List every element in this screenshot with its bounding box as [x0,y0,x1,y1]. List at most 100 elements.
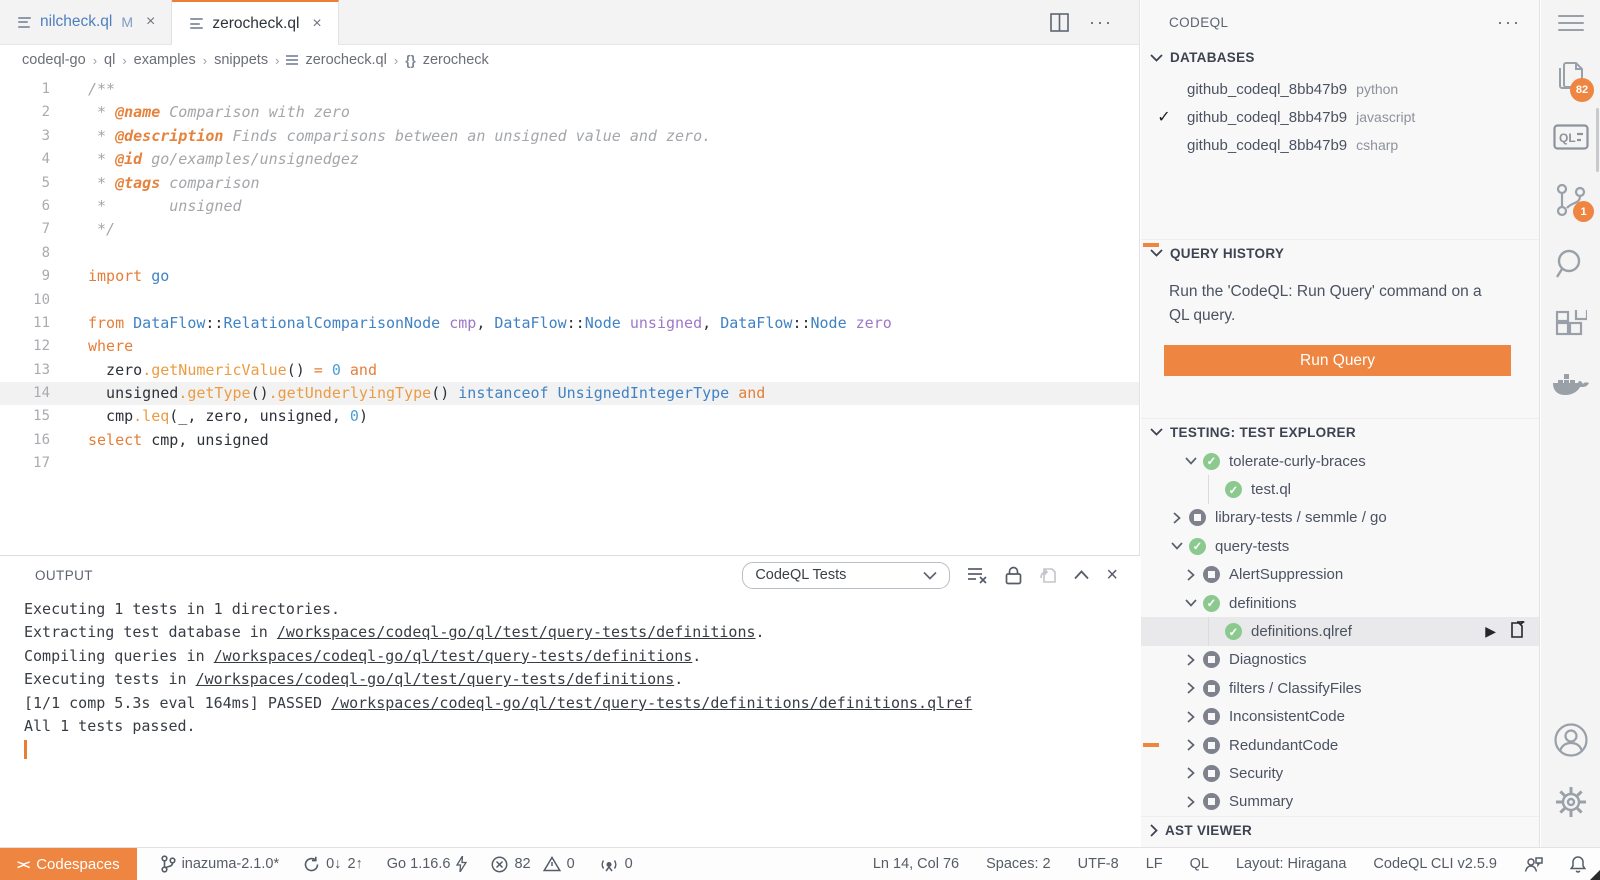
code-line[interactable]: 16select cmp, unsigned [0,429,1139,452]
split-editor-icon[interactable] [1050,13,1069,32]
code-line[interactable]: 9import go [0,265,1139,288]
goto-test-icon[interactable] [1509,621,1525,643]
open-output-in-editor-icon[interactable] [1039,566,1057,585]
code-editor[interactable]: 1/**2 * @name Comparison with zero3 * @d… [0,76,1139,555]
notifications-bell-icon[interactable] [1570,855,1586,873]
test-tree-item[interactable]: RedundantCode [1141,731,1539,759]
chevron-right-icon[interactable] [1181,711,1201,723]
code-line[interactable]: 7 */ [0,218,1139,241]
close-icon[interactable]: × [146,13,155,31]
test-tree-item[interactable]: ✓query-tests [1141,532,1539,560]
code-line[interactable]: 13 zero.getNumericValue() = 0 and [0,359,1139,382]
chevron-right-icon[interactable] [1181,569,1201,581]
output-channel-select[interactable]: CodeQL Tests [742,562,950,589]
test-tree-item[interactable]: AlertSuppression [1141,561,1539,589]
more-actions-icon[interactable]: ··· [1089,12,1113,33]
test-tree-item[interactable]: library-tests / semmle / go [1141,504,1539,532]
cursor-position[interactable]: Ln 14, Col 76 [873,856,959,872]
chevron-right-icon[interactable] [1181,796,1201,808]
tab-nilcheck[interactable]: nilcheck.ql M × [0,0,172,44]
language-mode[interactable]: QL [1190,856,1209,872]
codeql-cli-version[interactable]: CodeQL CLI v2.5.9 [1373,856,1497,872]
menu-icon[interactable] [1541,15,1600,31]
source-control-icon[interactable]: 1 [1541,182,1600,220]
chevron-down-icon[interactable] [1167,542,1187,550]
clear-output-icon[interactable] [967,567,988,584]
chevron-right-icon[interactable] [1181,739,1201,751]
problems-indicator[interactable]: 82 0 [491,856,574,873]
sidebar-more-actions-icon[interactable]: ··· [1497,12,1521,33]
code-line[interactable]: 14 unsigned.getType().getUnderlyingType(… [0,382,1139,405]
account-icon[interactable] [1541,722,1600,758]
section-test-explorer[interactable]: TESTING: TEST EXPLORER [1141,418,1539,445]
search-icon[interactable] [1541,248,1600,281]
code-line[interactable]: 8 [0,242,1139,265]
run-test-icon[interactable]: ▶ [1485,623,1496,640]
eol[interactable]: LF [1146,856,1163,872]
tab-zerocheck[interactable]: zerocheck.ql × [172,0,338,45]
code-line[interactable]: 11from DataFlow::RelationalComparisonNod… [0,312,1139,335]
section-query-history[interactable]: QUERY HISTORY [1141,239,1539,266]
breadcrumb-item[interactable]: snippets [214,52,268,68]
output-path-link[interactable]: /workspaces/codeql-go/ql/test/query-test… [214,647,693,665]
test-tree-item[interactable]: ✓definitions [1141,589,1539,617]
code-line[interactable]: 15 cmp.leq(_, zero, unsigned, 0) [0,405,1139,428]
code-line[interactable]: 17 [0,452,1139,475]
ports-indicator[interactable]: 0 [599,856,633,872]
chevron-right-icon[interactable] [1181,682,1201,694]
extensions-icon[interactable] [1541,310,1600,342]
resize-grip[interactable] [1590,870,1600,880]
code-line[interactable]: 5 * @tags comparison [0,172,1139,195]
run-query-button[interactable]: Run Query [1164,345,1511,376]
go-version-indicator[interactable]: Go 1.16.6 [387,856,468,872]
breadcrumb-item[interactable]: ql [104,52,115,68]
chevron-down-icon[interactable] [1181,599,1201,607]
test-tree-item[interactable]: ✓tolerate-curly-braces [1141,447,1539,475]
test-tree-item[interactable]: Security [1141,759,1539,787]
breadcrumb-item[interactable]: examples [134,52,196,68]
remote-indicator[interactable]: >< Codespaces [0,848,137,880]
database-item[interactable]: ✓github_codeql_8bb47b9javascript [1141,103,1539,131]
code-line[interactable]: 1/** [0,78,1139,101]
chevron-right-icon[interactable] [1167,512,1187,524]
output-path-link[interactable]: /workspaces/codeql-go/ql/test/query-test… [277,623,756,641]
encoding[interactable]: UTF-8 [1078,856,1119,872]
code-line[interactable]: 4 * @id go/examples/unsignedgez [0,148,1139,171]
chevron-down-icon[interactable] [1181,457,1201,465]
feedback-icon[interactable] [1524,856,1543,873]
breadcrumb-item[interactable]: codeql-go [22,52,86,68]
test-tree-item[interactable]: filters / ClassifyFiles [1141,674,1539,702]
code-line[interactable]: 2 * @name Comparison with zero [0,101,1139,124]
test-tree-item[interactable]: ✓definitions.qlref▶ [1141,617,1539,645]
lock-icon[interactable] [1005,566,1022,585]
sidebar-scrollbar[interactable] [1596,108,1599,172]
chevron-right-icon[interactable] [1181,767,1201,779]
maximize-panel-icon[interactable] [1074,570,1089,580]
docker-icon[interactable] [1541,372,1600,402]
breadcrumb-file[interactable]: zerocheck.ql [305,52,386,68]
sync-indicator[interactable]: 0↓ 2↑ [303,856,363,873]
explorer-icon[interactable]: 82 [1541,60,1600,94]
close-icon[interactable]: × [312,15,321,33]
database-item[interactable]: github_codeql_8bb47b9csharp [1141,131,1539,159]
code-line[interactable]: 6 * unsigned [0,195,1139,218]
section-databases[interactable]: DATABASES [1141,44,1539,71]
output-path-link[interactable]: /workspaces/codeql-go/ql/test/query-test… [331,694,972,712]
section-ast-viewer[interactable]: AST VIEWER [1141,816,1539,843]
breadcrumb-symbol[interactable]: zerocheck [423,52,489,68]
code-line[interactable]: 12where [0,335,1139,358]
test-tree-item[interactable]: ✓test.ql [1141,475,1539,503]
test-tree-item[interactable]: Diagnostics [1141,646,1539,674]
test-tree-item[interactable]: Summary [1141,788,1539,816]
indentation[interactable]: Spaces: 2 [986,856,1051,872]
code-line[interactable]: 3 * @description Finds comparisons betwe… [0,125,1139,148]
database-item[interactable]: github_codeql_8bb47b9python [1141,75,1539,103]
branch-indicator[interactable]: inazuma-2.1.0* [161,855,280,873]
settings-gear-icon[interactable] [1541,784,1600,820]
output-path-link[interactable]: /workspaces/codeql-go/ql/test/query-test… [196,670,675,688]
close-panel-icon[interactable]: × [1106,564,1118,587]
code-line[interactable]: 10 [0,289,1139,312]
keyboard-layout[interactable]: Layout: Hiragana [1236,856,1346,872]
chevron-right-icon[interactable] [1181,654,1201,666]
codeql-extension-icon[interactable]: QL [1541,124,1600,150]
